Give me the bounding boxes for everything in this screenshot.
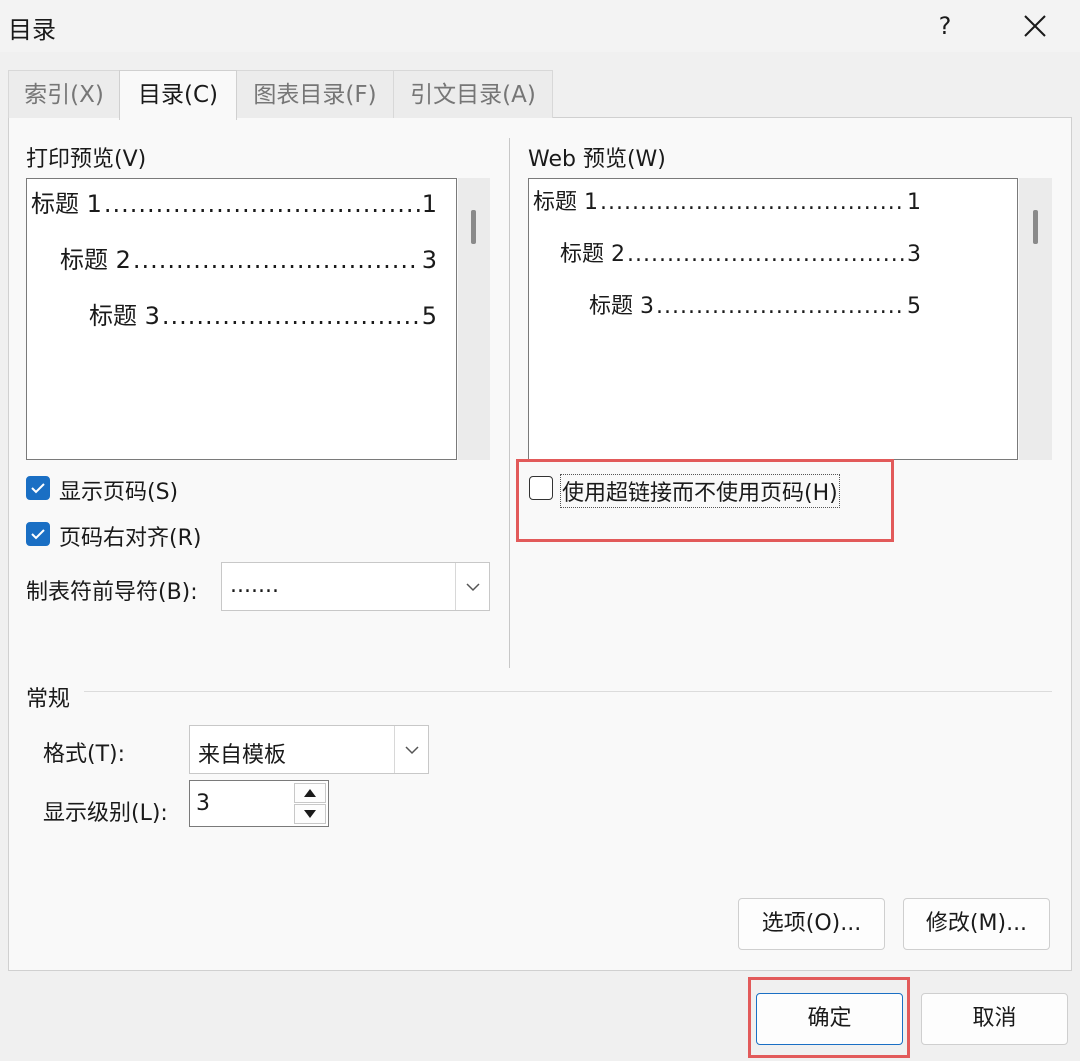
tab-index[interactable]: 索引(X) xyxy=(8,70,120,118)
print-preview-label: 打印预览(V) xyxy=(26,147,147,172)
entry-page: 3 xyxy=(421,246,437,274)
entry-page: 5 xyxy=(907,294,921,319)
entry-text: 标题 3 xyxy=(589,294,654,319)
tab-leader-dropdown[interactable]: ....... xyxy=(221,562,490,611)
tab-toc[interactable]: 目录(C) xyxy=(119,70,237,120)
use-hyperlinks-checkbox[interactable] xyxy=(529,476,553,500)
scrollbar-thumb[interactable] xyxy=(471,210,476,244)
checkmark-icon xyxy=(31,529,45,540)
print-preview-entry: 标题 3 5 xyxy=(89,296,437,331)
general-section-label: 常规 xyxy=(26,687,71,712)
chevron-down-icon xyxy=(465,582,480,591)
web-preview-entry: 标题 1 1 xyxy=(533,184,921,216)
tab-leader-label: 制表符前导符(B): xyxy=(26,580,198,605)
general-section-divider xyxy=(84,691,1052,692)
web-preview-label: Web 预览(W) xyxy=(528,147,666,172)
dot-leader xyxy=(656,294,905,319)
chevron-down-icon xyxy=(404,745,419,754)
cancel-button[interactable]: 取消 xyxy=(921,993,1068,1045)
entry-page: 3 xyxy=(907,242,921,267)
close-button[interactable] xyxy=(1014,6,1056,46)
use-hyperlinks-label[interactable]: 使用超链接而不使用页码(H) xyxy=(560,474,840,508)
scrollbar-thumb[interactable] xyxy=(1033,210,1038,244)
right-align-label[interactable]: 页码右对齐(R) xyxy=(59,520,201,552)
levels-spinner[interactable]: 3 xyxy=(189,780,329,827)
ok-button[interactable]: 确定 xyxy=(756,993,903,1045)
levels-value[interactable]: 3 xyxy=(196,791,210,816)
entry-page: 5 xyxy=(421,302,437,330)
print-preview-entry: 标题 1 1 xyxy=(31,184,437,219)
entry-text: 标题 2 xyxy=(560,242,625,267)
tab-leader-value: ....... xyxy=(230,573,279,598)
checkmark-icon xyxy=(31,483,45,494)
close-icon xyxy=(1024,15,1046,37)
help-button[interactable]: ? xyxy=(924,6,966,46)
section-divider xyxy=(509,138,510,668)
print-preview-scrollbar[interactable] xyxy=(458,178,490,460)
spinner-down-button[interactable] xyxy=(294,804,326,824)
show-page-numbers-label[interactable]: 显示页码(S) xyxy=(59,474,178,506)
dialog-title: 目录 xyxy=(8,16,56,44)
dropdown-arrow xyxy=(455,563,489,610)
dot-leader xyxy=(104,190,420,218)
show-page-numbers-checkbox[interactable] xyxy=(26,476,50,500)
options-button[interactable]: 选项(O)... xyxy=(738,898,885,950)
triangle-up-icon xyxy=(304,789,316,797)
triangle-down-icon xyxy=(304,810,316,818)
entry-text: 标题 3 xyxy=(89,302,160,330)
modify-button[interactable]: 修改(M)... xyxy=(903,898,1050,950)
entry-text: 标题 2 xyxy=(60,246,131,274)
format-value: 来自模板 xyxy=(198,743,287,768)
web-preview-entry: 标题 3 5 xyxy=(589,288,921,320)
dropdown-arrow xyxy=(394,726,428,773)
dot-leader xyxy=(627,242,905,267)
entry-text: 标题 1 xyxy=(31,190,102,218)
spinner-up-button[interactable] xyxy=(294,783,326,803)
right-align-checkbox[interactable] xyxy=(26,522,50,546)
entry-page: 1 xyxy=(421,190,437,218)
print-preview-box: 标题 1 1 标题 2 3 标题 3 5 xyxy=(26,178,457,460)
tab-table-of-authorities[interactable]: 引文目录(A) xyxy=(393,70,553,118)
entry-page: 1 xyxy=(907,190,921,215)
web-preview-box: 标题 1 1 标题 2 3 标题 3 5 xyxy=(528,178,1018,460)
levels-label: 显示级别(L): xyxy=(43,801,168,826)
print-preview-entry: 标题 2 3 xyxy=(60,240,437,275)
title-bar xyxy=(0,0,1080,52)
dot-leader xyxy=(133,246,420,274)
entry-text: 标题 1 xyxy=(533,190,598,215)
web-preview-entry: 标题 2 3 xyxy=(560,236,921,268)
web-preview-scrollbar[interactable] xyxy=(1019,178,1052,460)
format-label: 格式(T): xyxy=(43,742,126,767)
dot-leader xyxy=(162,302,420,330)
tab-table-of-figures[interactable]: 图表目录(F) xyxy=(236,70,394,118)
dot-leader xyxy=(600,190,905,215)
format-dropdown[interactable]: 来自模板 xyxy=(189,725,429,774)
